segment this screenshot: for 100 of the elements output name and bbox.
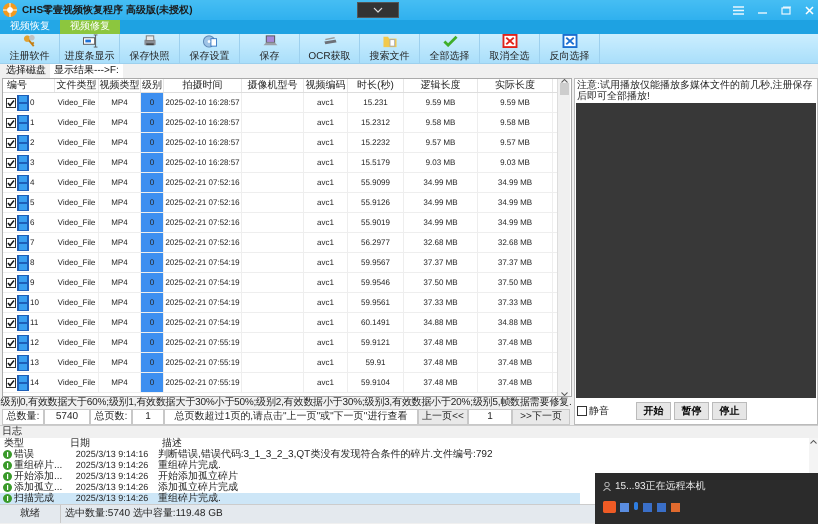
page-input[interactable]: 1 [468, 409, 512, 425]
column-header[interactable]: 视频类型 [99, 79, 141, 92]
checkbox[interactable] [577, 406, 587, 416]
toolbar-button[interactable]: 取消全选 [480, 34, 540, 63]
chevron-down-icon [373, 7, 383, 13]
table-cell: 15.231 [348, 93, 404, 112]
toolbar-button[interactable]: 保存快照 [120, 34, 180, 63]
table-cell: avc1 [304, 253, 348, 272]
table-cell: 15.2312 [348, 113, 404, 132]
toolbar-button[interactable]: 保存设置 [180, 34, 240, 63]
checkbox[interactable] [6, 258, 16, 268]
field-label: 总数量: [2, 409, 44, 425]
column-header[interactable]: 日期 [66, 438, 158, 449]
table-cell: 37.48 MB [478, 373, 553, 392]
checkbox[interactable] [6, 158, 16, 168]
player-button[interactable]: 开始 [636, 402, 671, 420]
row-number: 7 [30, 238, 34, 247]
table-cell: 34.99 MB [478, 193, 553, 212]
column-header[interactable]: 实际长度 [478, 79, 553, 92]
table-cell: 0 [141, 193, 164, 212]
folder-icon [382, 34, 398, 48]
scrollbar[interactable] [557, 79, 570, 396]
column-header[interactable]: 描述 [158, 438, 580, 449]
app-logo-icon [2, 2, 18, 18]
player-button[interactable]: 停止 [712, 402, 747, 420]
table-cell: 59.9121 [348, 333, 404, 352]
column-header[interactable]: 级别 [141, 79, 164, 92]
checkbox[interactable] [6, 98, 16, 108]
toolbar-button[interactable]: 注册软件 [0, 34, 60, 63]
toolbar-button[interactable]: 全部选择 [420, 34, 480, 63]
log-row[interactable]: 扫描完成 2025/3/13 9:14:26 重组碎片完成. [0, 493, 580, 504]
table-cell: 0 [141, 373, 164, 392]
toolbar-button[interactable]: 搜索文件 [360, 34, 420, 63]
value-field: 5740 [44, 409, 90, 425]
checkbox[interactable] [6, 238, 16, 248]
log-row[interactable]: 开始添加... 2025/3/13 9:14:26 开始添加孤立碎片 [0, 471, 580, 482]
table-cell: Video_File [55, 353, 99, 372]
checkbox[interactable] [6, 138, 16, 148]
next-page-button[interactable]: >>下一页 [512, 409, 570, 425]
table-cell: Video_File [55, 273, 99, 292]
table-cell: 34.99 MB [478, 213, 553, 232]
checkbox[interactable] [6, 178, 16, 188]
toolbar-button[interactable]: 保存 [240, 34, 300, 63]
table-cell: 0 [141, 173, 164, 192]
cross-icon [502, 34, 518, 48]
table-cell: avc1 [304, 153, 348, 172]
checkbox[interactable] [6, 118, 16, 128]
tab[interactable]: 显示结果--->F: [50, 64, 123, 78]
table-cell: 9.57 MB [478, 133, 553, 152]
row-number: 1 [30, 118, 34, 127]
checkbox-label: 静音 [589, 404, 609, 418]
table-cell: avc1 [304, 313, 348, 332]
column-header[interactable]: 视频编码 [304, 79, 348, 92]
table-cell: 60.1491 [348, 313, 404, 332]
table-cell: 2025-02-21 07:55:19 [164, 333, 242, 352]
checkbox[interactable] [6, 278, 16, 288]
scrollbar[interactable] [809, 438, 818, 474]
scroll-thumb[interactable] [560, 83, 568, 95]
column-header[interactable]: 编号 [3, 79, 55, 92]
table-cell: 2025-02-21 07:52:16 [164, 213, 242, 232]
checkbox[interactable] [6, 358, 16, 368]
table-cell: 59.9546 [348, 273, 404, 292]
film-icon [17, 354, 29, 370]
log-row[interactable]: 添加孤立... 2025/3/13 9:14:26 添加孤立碎片完成 [0, 482, 580, 493]
film-icon [17, 94, 29, 110]
player-button[interactable]: 暂停 [674, 402, 709, 420]
row-number: 2 [30, 138, 34, 147]
column-header[interactable]: 时长(秒) [348, 79, 404, 92]
column-header[interactable]: 逻辑长度 [404, 79, 478, 92]
column-header[interactable]: 类型 [0, 438, 66, 449]
checkbox[interactable] [6, 378, 16, 388]
table-cell: avc1 [304, 333, 348, 352]
checkbox[interactable] [6, 298, 16, 308]
log-row[interactable]: 重组碎片... 2025/3/13 9:14:26 重组碎片完成. [0, 460, 580, 471]
checkbox[interactable] [6, 318, 16, 328]
checkmark-icon [442, 34, 458, 48]
column-header[interactable]: 拍摄时间 [164, 79, 242, 92]
table-cell: 9.03 MB [478, 153, 553, 172]
column-header[interactable]: 文件类型 [55, 79, 99, 92]
toolbar-button[interactable]: 进度条显示 [60, 34, 120, 63]
table-cell: 55.9099 [348, 173, 404, 192]
log-row[interactable]: 错误 2025/3/13 9:14:16 判断错误,错误代码:3_1_3_2_3,QT类没有发现符合条件的碎片.文件编号:792 [0, 449, 580, 460]
table-cell: Video_File [55, 113, 99, 132]
table-cell: 2025-02-21 07:52:16 [164, 193, 242, 212]
column-header[interactable]: 摄像机型号 [242, 79, 304, 92]
legend-text: 级别0,有效数据大于60%;级别1,有效数据大于30%小于50%;级别2,有效数据小于30%;级别3,有效数据小于20%;级别5,帧数据需要修复. [0, 397, 572, 409]
table-cell: 2025-02-10 16:28:57 [164, 133, 242, 152]
film-icon [17, 214, 29, 230]
checkbox[interactable] [6, 218, 16, 228]
table-cell: Video_File [55, 233, 99, 252]
table-cell: 0 [141, 313, 164, 332]
prev-page-button[interactable]: 上一页<< [418, 409, 468, 425]
table-cell: 59.9561 [348, 293, 404, 312]
toolbar-button[interactable]: 反向选择 [540, 34, 600, 63]
checkbox[interactable] [6, 198, 16, 208]
table-cell-text: 判断错误,错误代码:3_1_3_2_3,QT类没有发现符合条件的碎片.文件编号:792 [158, 449, 494, 460]
toolbar-button[interactable]: OCR获取 [300, 34, 360, 63]
table-cell: 59.9567 [348, 253, 404, 272]
checkbox[interactable] [6, 338, 16, 348]
table-cell: Video_File [55, 313, 99, 332]
